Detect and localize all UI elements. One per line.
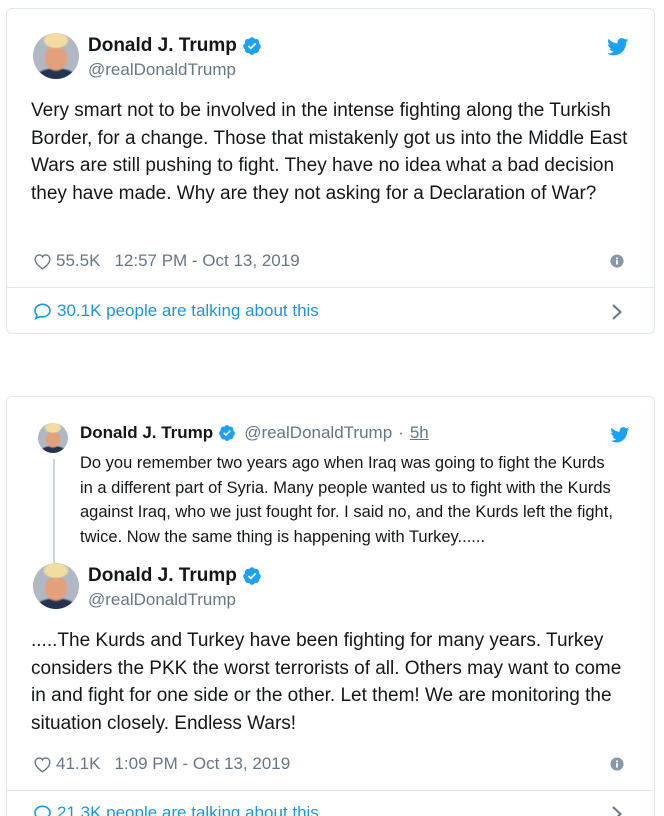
author-name[interactable]: Donald J. Trump [88,35,262,57]
tweet-text: Very smart not to be involved in the int… [31,100,628,204]
like-count[interactable]: 41.1K [56,754,100,774]
timestamp[interactable]: 12:57 PM - Oct 13, 2019 [114,251,299,271]
speech-bubble-icon [34,303,51,320]
twitter-bird-icon[interactable] [607,38,629,56]
heart-icon[interactable] [33,253,52,270]
talking-link[interactable]: 21.3K people are talking about this [33,803,319,816]
tweet-card-1: Donald J. Trump @realDonaldTrump Very sm… [6,8,655,334]
reply-to-avatar[interactable] [38,423,68,453]
talking-link[interactable]: 30.1K people are talking about this [33,301,319,321]
chevron-right-icon[interactable] [611,303,623,321]
author-name-text[interactable]: Donald J. Trump [88,35,237,57]
tweet-meta: 55.5K 12:57 PM - Oct 13, 2019 [33,251,300,271]
info-icon[interactable] [610,757,624,771]
like-count[interactable]: 55.5K [56,251,100,271]
verified-badge-icon [243,567,261,585]
tweet-meta: 41.1K 1:09 PM - Oct 13, 2019 [33,754,290,774]
verified-badge-icon [243,37,261,55]
tweet-text: .....The Kurds and Turkey have been figh… [31,630,622,734]
reply-to-text: Do you remember two years ago when Iraq … [80,454,613,546]
talking-label[interactable]: 21.3K people are talking about this [57,803,319,816]
reply-to-time[interactable]: 5h [410,423,429,443]
talking-label[interactable]: 30.1K people are talking about this [57,301,319,321]
speech-bubble-icon [34,805,51,816]
timestamp[interactable]: 1:09 PM - Oct 13, 2019 [114,754,290,774]
avatar[interactable] [33,33,79,79]
divider [7,287,654,288]
author-name[interactable]: Donald J. Trump [88,565,262,587]
author-handle[interactable]: @realDonaldTrump [88,590,236,610]
twitter-bird-icon[interactable] [610,427,630,443]
separator-dot: · [398,423,404,442]
reply-to-author-handle[interactable]: @realDonaldTrump [244,423,392,443]
thread-line [53,459,55,571]
chevron-right-icon[interactable] [611,805,623,816]
verified-badge-icon [219,425,236,441]
author-handle[interactable]: @realDonaldTrump [88,60,236,80]
heart-icon[interactable] [33,756,52,773]
avatar[interactable] [33,563,79,609]
tweet-card-2: Donald J. Trump @realDonaldTrump · 5h Do… [6,396,655,816]
info-icon[interactable] [610,254,624,268]
reply-to-author-name[interactable]: Donald J. Trump [80,423,213,443]
reply-to-header: Donald J. Trump @realDonaldTrump · 5h [80,423,429,443]
divider [7,790,654,791]
author-name-text[interactable]: Donald J. Trump [88,565,237,587]
